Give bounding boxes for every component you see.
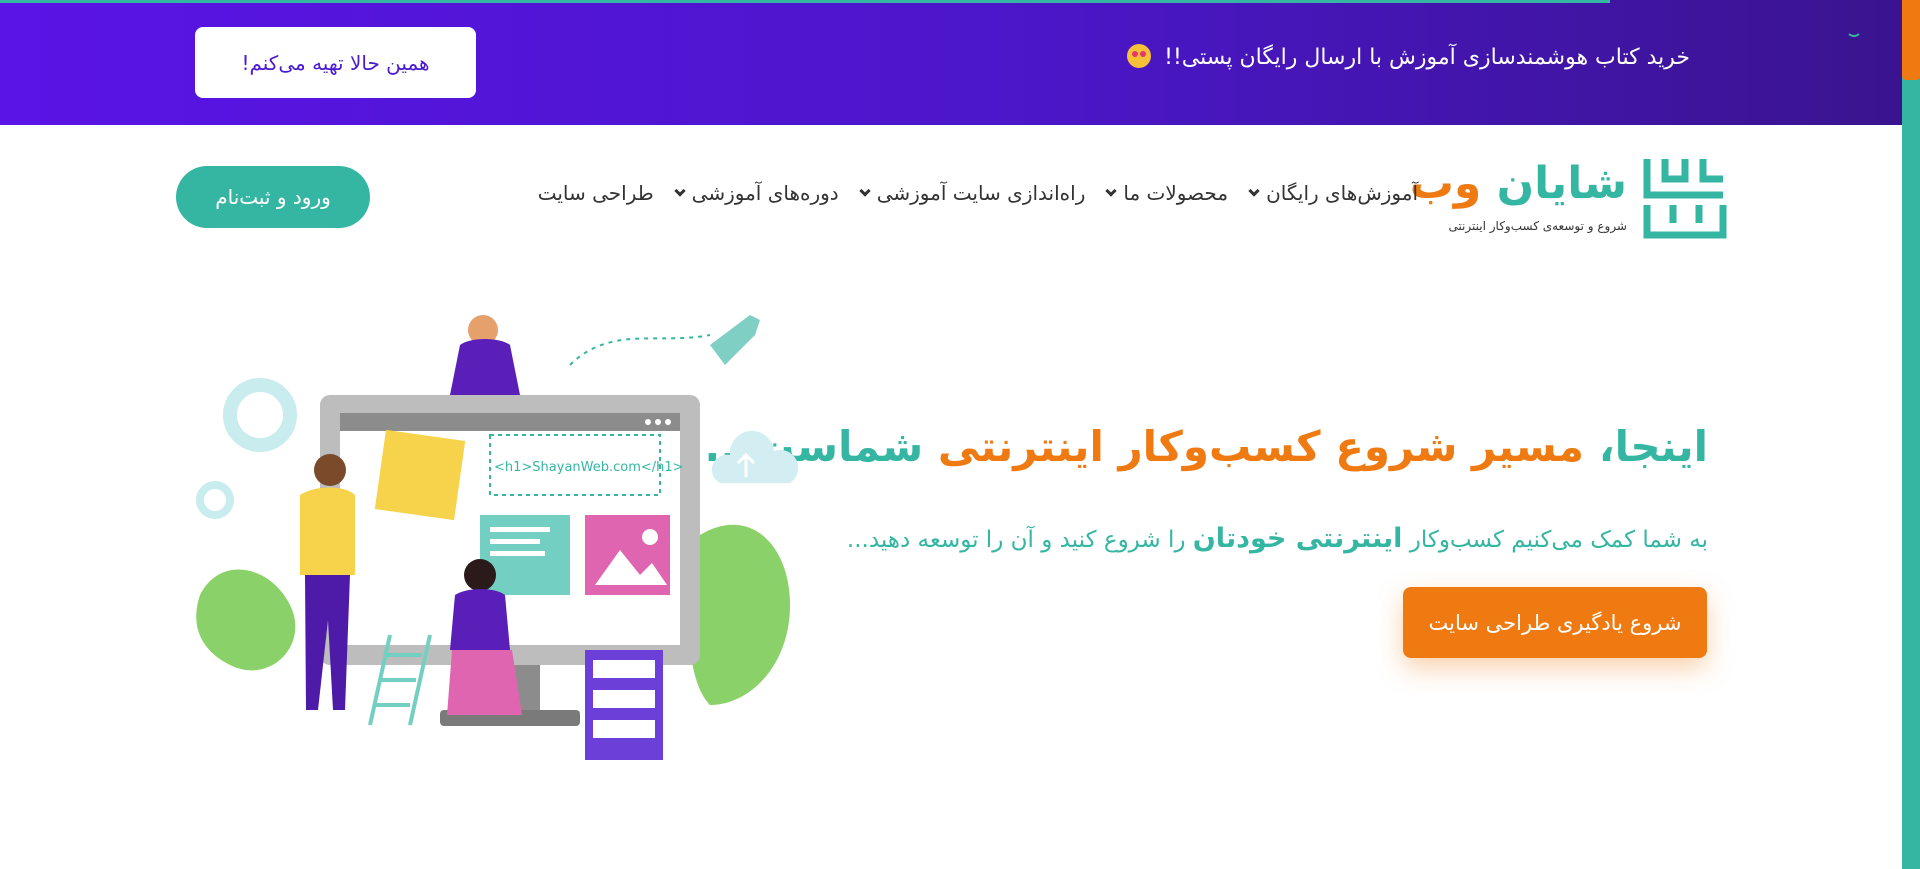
logo-title-part2: وب bbox=[1409, 158, 1482, 209]
gear-icon-large bbox=[223, 378, 297, 452]
plant-left-shape bbox=[196, 569, 296, 671]
hero-subtitle: به شما کمک می‌کنیم کسب‌وکار اینترنتی خود… bbox=[847, 523, 1708, 554]
nav-item-label: دوره‌های آموزشی bbox=[691, 181, 839, 205]
chevron-down-icon bbox=[859, 184, 871, 197]
main-nav: آموزش‌های رایگان محصولات ما راه‌اندازی س… bbox=[538, 181, 1418, 205]
hero-subtitle-part2: را شروع کنید و آن را توسعه دهید... bbox=[846, 527, 1186, 553]
promo-message: خرید کتاب هوشمندسازی آموزش با ارسال رایگ… bbox=[1164, 45, 1690, 70]
hero-illustration: <h1>ShayanWeb.com</h1> bbox=[196, 315, 799, 760]
cloud-upload-icon bbox=[711, 430, 799, 483]
nav-item-label: راه‌اندازی سایت آموزشی bbox=[876, 181, 1086, 205]
page-scrollbar[interactable] bbox=[1902, 0, 1920, 869]
hero-subtitle-bold: اینترنتی خودتان bbox=[1192, 523, 1403, 554]
nav-item-web-design[interactable]: طراحی سایت bbox=[538, 181, 654, 205]
promo-order-button[interactable]: همین حالا تهیه می‌کنم! bbox=[195, 27, 476, 98]
plant-right-shape bbox=[689, 524, 790, 705]
hero-title-part2: مسیر شروع کسب‌وکار اینترنتی bbox=[937, 422, 1585, 471]
loading-spinner-icon bbox=[1846, 21, 1862, 37]
nav-item-products[interactable]: محصولات ما bbox=[1105, 181, 1229, 205]
nav-item-courses[interactable]: دوره‌های آموزشی bbox=[673, 181, 839, 205]
nav-item-free-tutorials[interactable]: آموزش‌های رایگان bbox=[1248, 181, 1418, 205]
nav-item-label: آموزش‌های رایگان bbox=[1266, 181, 1418, 205]
promo-bar: خرید کتاب هوشمندسازی آموزش با ارسال رایگ… bbox=[0, 0, 1902, 125]
chevron-down-icon bbox=[673, 184, 686, 197]
gear-icon-small bbox=[196, 481, 234, 519]
logo-subtitle: شروع و توسعه‌ی کسب‌وکار اینترنتی bbox=[1448, 219, 1627, 233]
login-register-button[interactable]: ورود و ثبت‌نام bbox=[176, 166, 370, 228]
start-learning-button[interactable]: شروع یادگیری طراحی سایت bbox=[1403, 587, 1707, 658]
promo-progress-line bbox=[0, 0, 1610, 3]
rocket-icon bbox=[710, 315, 760, 365]
chevron-down-icon bbox=[1248, 184, 1260, 197]
promo-text: خرید کتاب هوشمندسازی آموزش با ارسال رایگ… bbox=[1127, 44, 1690, 70]
chevron-down-icon bbox=[1105, 184, 1118, 197]
logo-title[interactable]: شایان وب bbox=[1410, 158, 1627, 209]
shayanweb-logo-icon[interactable] bbox=[1643, 155, 1727, 239]
nav-item-label: طراحی سایت bbox=[537, 181, 654, 205]
scrollbar-thumb[interactable] bbox=[1902, 0, 1920, 80]
logo-title-part1: شایان bbox=[1496, 158, 1627, 209]
illustration-url-text: <h1>ShayanWeb.com</h1> bbox=[494, 460, 684, 475]
hero-title-part1: اینجا، bbox=[1598, 422, 1708, 471]
nav-item-edu-site-launch[interactable]: راه‌اندازی سایت آموزشی bbox=[859, 181, 1086, 205]
hero-title: اینجا، مسیر شروع کسب‌وکار اینترنتی شماست… bbox=[704, 422, 1708, 471]
nav-item-label: محصولات ما bbox=[1123, 181, 1229, 205]
hero-subtitle-part1: به شما کمک می‌کنیم کسب‌وکار bbox=[1409, 527, 1708, 553]
star-eyes-emoji-icon bbox=[1127, 44, 1152, 68]
